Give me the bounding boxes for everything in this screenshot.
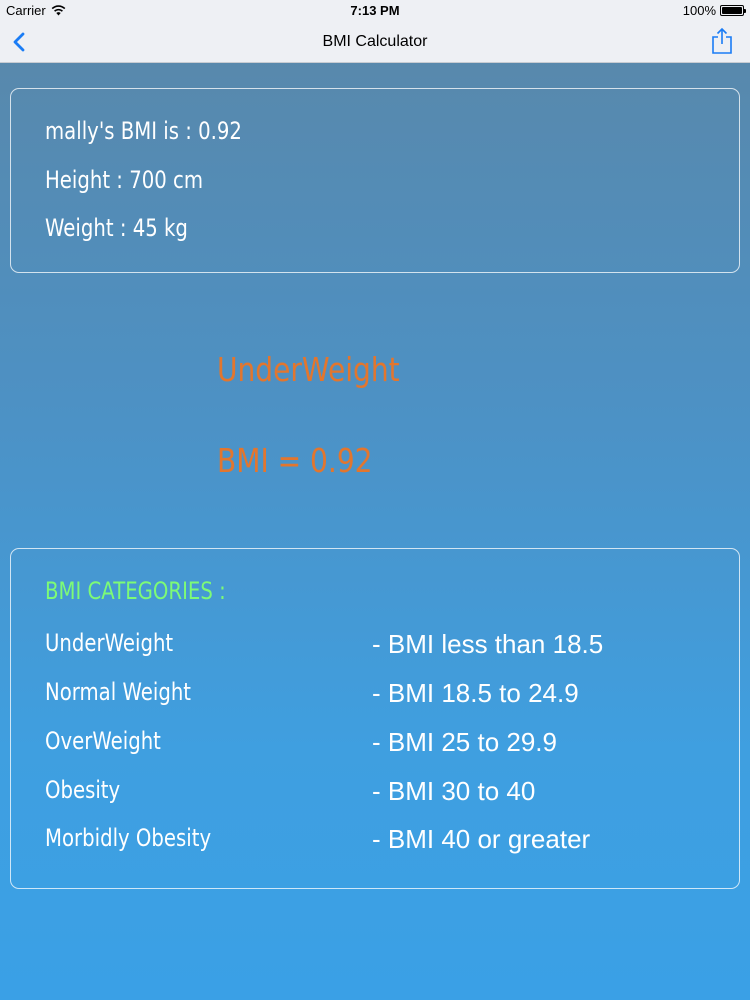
category-name: Obesity [45, 776, 121, 804]
category-name: UnderWeight [45, 629, 174, 657]
bmi-info-panel: mally's BMI is : 0.92 Height : 700 cm We… [10, 88, 740, 273]
category-name: Normal Weight [45, 678, 192, 706]
battery-icon [720, 5, 746, 16]
battery-percent: 100% [682, 3, 716, 18]
result-bmi: BMI = 0.92 [217, 441, 373, 480]
categories-title: BMI CATEGORIES : [45, 577, 226, 605]
height-line: Height : 700 cm [45, 166, 204, 194]
weight-line: Weight : 45 kg [45, 214, 188, 242]
category-range: - BMI 40 or greater [372, 824, 591, 854]
battery-info: 100% [682, 3, 746, 18]
navigation-bar: BMI Calculator [0, 22, 750, 63]
status-bar: Carrier 7:13 PM 100% [0, 0, 750, 22]
bmi-categories-panel: BMI CATEGORIES : UnderWeight - BMI less … [10, 548, 740, 889]
category-range: - BMI 25 to 29.9 [372, 727, 557, 757]
bmi-value-line: mally's BMI is : 0.92 [45, 117, 242, 145]
category-range: - BMI 30 to 40 [372, 776, 536, 806]
nav-title: BMI Calculator [322, 33, 428, 50]
category-range: - BMI less than 18.5 [372, 629, 604, 659]
share-icon[interactable] [710, 27, 734, 55]
category-name: Morbidly Obesity [45, 824, 212, 852]
category-name: OverWeight [45, 727, 161, 755]
category-range: - BMI 18.5 to 24.9 [372, 678, 579, 708]
status-time: 7:13 PM [350, 3, 400, 18]
result-category: UnderWeight [217, 350, 400, 389]
